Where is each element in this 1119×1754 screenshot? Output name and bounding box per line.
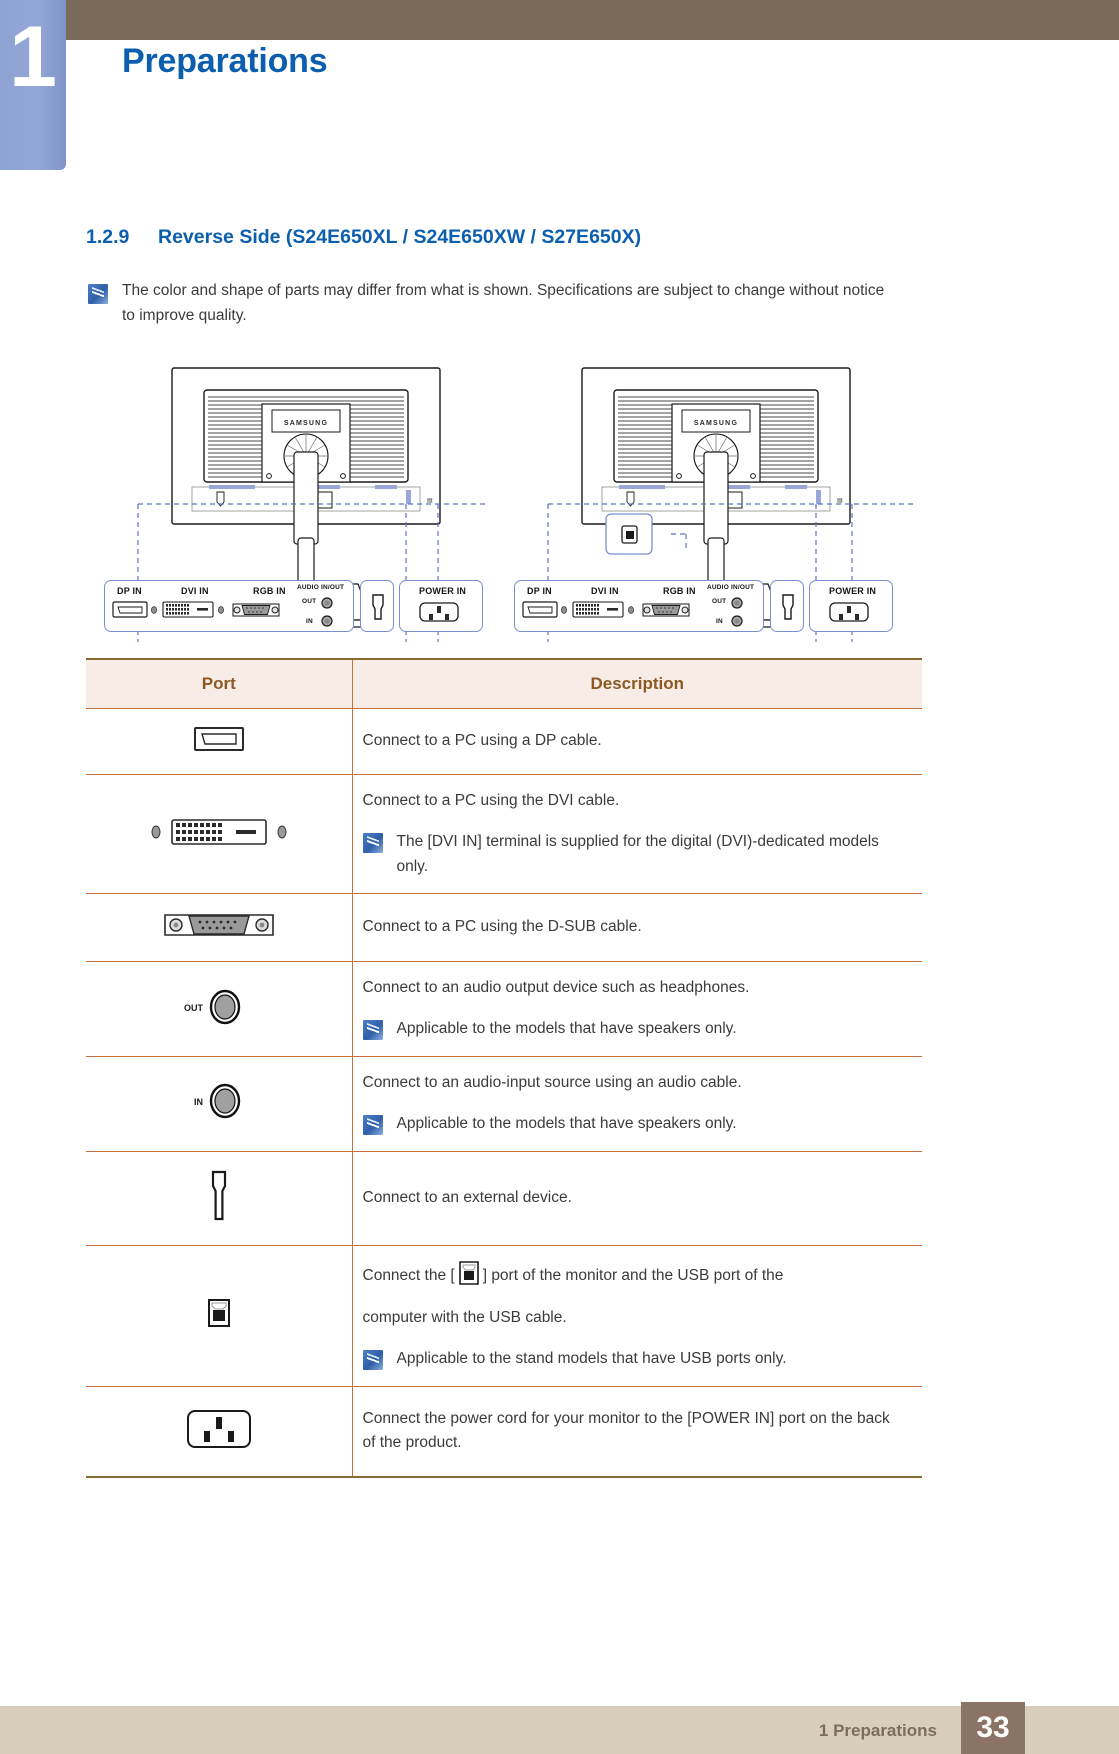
table-row: OUT Connect to an audio output device su…: [86, 961, 922, 1057]
audio-out-label: OUT: [184, 1003, 204, 1013]
port-icon-cell: [86, 1245, 353, 1387]
section-heading: 1.2.9 Reverse Side (S24E650XL / S24E650XW…: [86, 226, 641, 249]
port-strip-graphics-right: [522, 597, 743, 627]
port-icon-cell: [86, 893, 353, 963]
description-note: Applicable to the models that have speak…: [362, 1112, 907, 1137]
reverse-side-diagrams: SAMSUNG ▤ DP IN DVI IN RGB IN AUDIO IN/O…: [86, 352, 926, 642]
port-strip-external-left: [360, 580, 394, 632]
brand-text-left: SAMSUNG: [284, 420, 328, 427]
port-description-cell: Connect to a PC using the DVI cable. The…: [351, 774, 922, 895]
description-note: Applicable to the stand models that have…: [362, 1347, 907, 1372]
page-title: Preparations: [122, 42, 328, 80]
table-row: Connect to a PC using a DP cable.: [86, 708, 922, 775]
audio-in-label: IN: [194, 1097, 203, 1107]
footer-chapter-label: 1 Preparations: [818, 1721, 937, 1740]
description-note-text: The [DVI IN] terminal is supplied for th…: [396, 832, 879, 875]
port-description-cell: Connect to a PC using the D-SUB cable.: [351, 893, 922, 963]
top-note-text: The color and shape of parts may differ …: [122, 282, 885, 325]
port-icon-cell: IN: [86, 1056, 353, 1152]
dvi-icon: [151, 818, 287, 845]
external-device-port-graphic-left: [372, 594, 384, 620]
table-row: Connect the power cord for your monitor …: [86, 1386, 922, 1478]
chapter-number: 1: [9, 9, 57, 105]
section-number: 1.2.9: [86, 226, 130, 248]
chapter-tab: 1: [0, 0, 66, 170]
table-row: Connect to a PC using the DVI cable. The…: [86, 774, 922, 895]
external-device-icon: [211, 1170, 226, 1220]
description-part1: Connect the [: [362, 1266, 455, 1284]
dsub-icon: [163, 914, 274, 937]
port-description-cell: Connect to an audio-input source using a…: [351, 1056, 922, 1152]
description-note: The [DVI IN] terminal is supplied for th…: [362, 830, 907, 880]
footer-page-box: 33: [961, 1702, 1025, 1754]
svg-text:▤: ▤: [837, 498, 843, 504]
port-strip-graphics-left: [112, 597, 333, 627]
port-strip-main-left: DP IN DVI IN RGB IN AUDIO IN/OUT OUT IN: [104, 580, 354, 632]
external-device-port-graphic-right: [782, 594, 794, 620]
inline-usb-icon: [457, 1260, 481, 1295]
brand-text-right: SAMSUNG: [694, 420, 738, 427]
description-text: Connect to a PC using the DVI cable.: [362, 792, 620, 809]
top-note: The color and shape of parts may differ …: [88, 278, 898, 328]
note-icon: [362, 1350, 383, 1371]
audio-in-icon: IN: [194, 1084, 240, 1119]
table-header-row: Port Description: [86, 659, 922, 709]
note-icon: [362, 1114, 383, 1135]
table-row: Connect to an external device.: [86, 1151, 922, 1246]
port-description-cell: Connect to an audio output device such a…: [351, 961, 922, 1057]
description-part2: ] port of the monitor and the USB port o…: [482, 1266, 784, 1284]
port-icon-cell: [86, 1151, 353, 1246]
svg-text:▤: ▤: [427, 498, 433, 504]
port-icon-cell: [86, 1386, 353, 1478]
section-title: Reverse Side (S24E650XL / S24E650XW / S2…: [158, 226, 642, 248]
port-strip-power-left: POWER IN: [399, 580, 483, 632]
displayport-icon: [193, 727, 244, 751]
table-row: IN Connect to an audio-input source usin…: [86, 1056, 922, 1152]
description-text: Connect to an audio-input source using a…: [362, 1073, 742, 1091]
description-text-line2: computer with the USB cable.: [362, 1309, 567, 1327]
header-band: [66, 0, 1119, 40]
port-description-cell: Connect to an external device.: [351, 1151, 922, 1246]
description-text: Connect to a PC using the D-SUB cable.: [362, 918, 642, 936]
power-in-icon: [186, 1409, 251, 1448]
description-text: Connect to an audio output device such a…: [362, 979, 750, 997]
column-header-port: Port: [86, 659, 353, 709]
port-description-cell: Connect the [ ] port of the monitor and t…: [351, 1245, 922, 1387]
footer-band: [0, 1706, 1119, 1754]
port-icon-cell: [86, 708, 353, 775]
power-port-graphic-left: [419, 602, 459, 622]
monitor-diagram-left: SAMSUNG ▤ DP IN DVI IN RGB IN AUDIO IN/O…: [86, 352, 486, 642]
description-note-text: Applicable to the stand models that have…: [396, 1350, 787, 1368]
description-text: Connect the power cord for your monitor …: [362, 1409, 890, 1452]
description-note-text: Applicable to the models that have speak…: [396, 1114, 737, 1132]
description-text: Connect to a PC using a DP cable.: [362, 732, 602, 750]
table-row: Connect to a PC using the D-SUB cable.: [86, 893, 922, 963]
note-icon: [88, 284, 108, 304]
note-icon: [362, 1020, 383, 1041]
port-strip-main-right: DP IN DVI IN RGB IN AUDIO IN/OUT OUT IN: [514, 580, 764, 632]
audio-out-icon: OUT: [184, 989, 240, 1024]
port-description-cell: Connect to a PC using a DP cable.: [351, 708, 922, 775]
table-row: Connect the [ ] port of the monitor and t…: [86, 1245, 922, 1387]
description-text: Connect to an external device.: [362, 1188, 572, 1206]
power-port-graphic-right: [829, 602, 869, 622]
column-header-description: Description: [351, 659, 922, 709]
port-icon-cell: OUT: [86, 961, 353, 1057]
port-description-cell: Connect the power cord for your monitor …: [351, 1386, 922, 1478]
description-note-text: Applicable to the models that have speak…: [396, 1020, 737, 1038]
port-description-table: Port Description Connect to a PC using a…: [86, 658, 922, 1478]
description-note: Applicable to the models that have speak…: [362, 1017, 907, 1042]
port-strip-external-right: [770, 580, 804, 632]
page-number: 33: [976, 1711, 1010, 1744]
description-text-line1: Connect the [ ] port of the monitor and t…: [363, 1260, 907, 1295]
usb-upstream-icon: [207, 1299, 230, 1328]
note-icon: [362, 832, 383, 853]
port-strip-power-right: POWER IN: [809, 580, 893, 632]
monitor-diagram-right: SAMSUNG ▤ DP IN DVI IN RGB IN AUDIO IN/O…: [496, 352, 926, 642]
port-icon-cell: [86, 774, 353, 895]
